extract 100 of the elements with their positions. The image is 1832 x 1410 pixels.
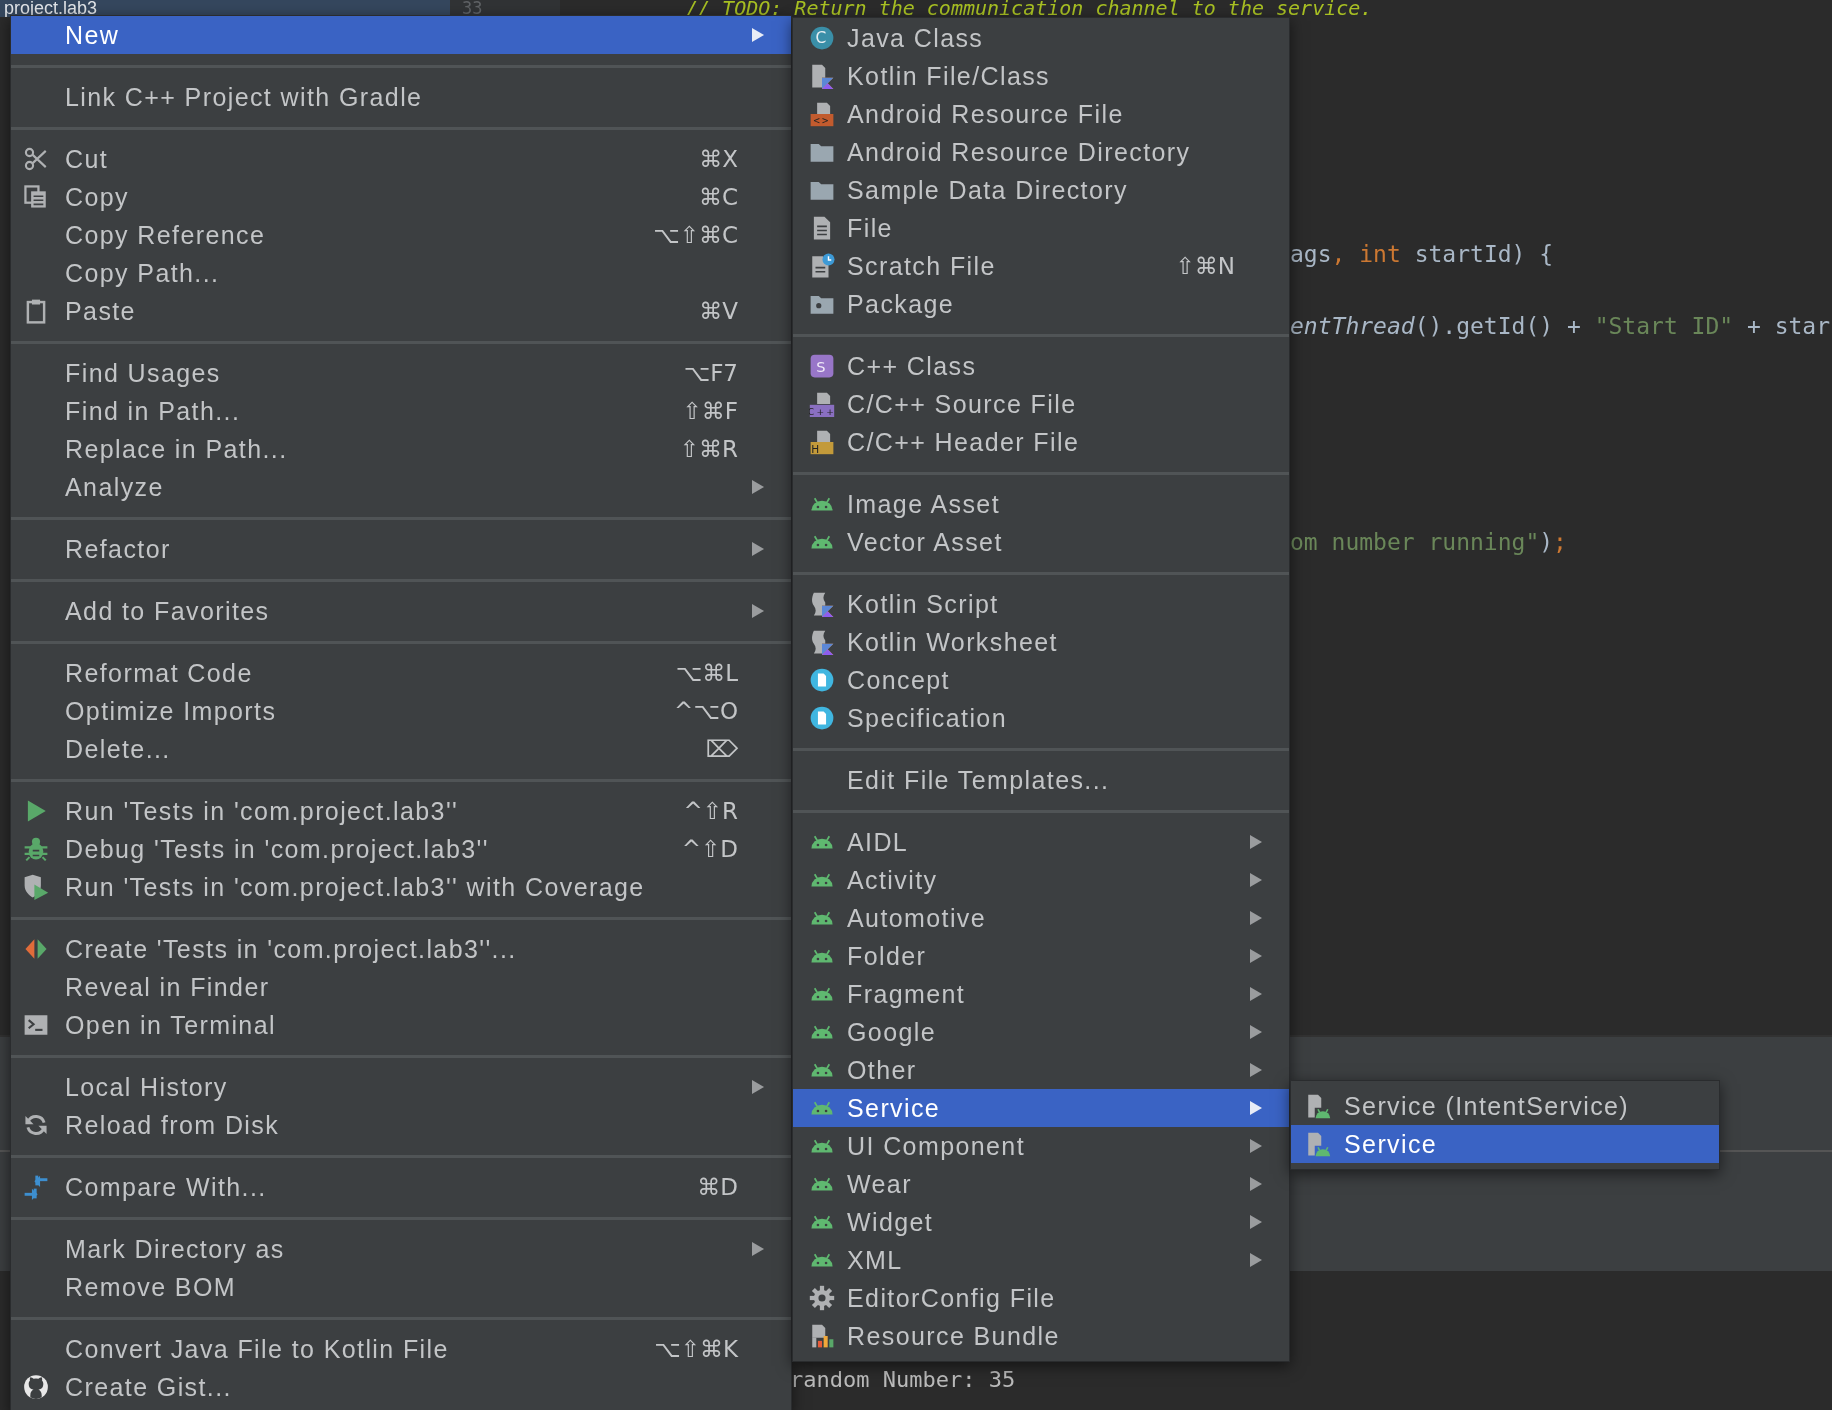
menu-item[interactable]: Kotlin File/Class	[793, 57, 1289, 95]
class-icon: S	[809, 353, 835, 379]
menu-item[interactable]: File	[793, 209, 1289, 247]
bug-icon	[23, 836, 49, 862]
menu-item[interactable]: Reload from Disk	[11, 1106, 791, 1144]
menu-item[interactable]: Service (IntentService)	[1291, 1087, 1719, 1125]
copy-icon	[23, 184, 49, 210]
menu-item[interactable]: Mark Directory as	[11, 1230, 791, 1268]
terminal-icon	[23, 1012, 49, 1038]
menu-item[interactable]: Remove BOM	[11, 1268, 791, 1306]
menu-item[interactable]: Reformat Code ⌥⌘L	[11, 654, 791, 692]
shortcut-label: ⇧⌘R	[679, 436, 738, 462]
menu-item[interactable]: Cut ⌘X	[11, 140, 791, 178]
class-icon: C	[809, 25, 835, 51]
menu-item[interactable]: Sample Data Directory	[793, 171, 1289, 209]
file-clock-icon	[809, 253, 835, 279]
menu-item[interactable]: S C++ Class	[793, 347, 1289, 385]
menu-item[interactable]: Automotive	[793, 899, 1289, 937]
kotlin-file-icon	[809, 63, 835, 89]
menu-item[interactable]: Replace in Path... ⇧⌘R	[11, 430, 791, 468]
menu-item[interactable]: Android Resource Directory	[793, 133, 1289, 171]
menu-item[interactable]: EditorConfig File	[793, 1279, 1289, 1317]
menu-item[interactable]: Folder	[793, 937, 1289, 975]
menu-item[interactable]: Create Gist...	[11, 1368, 791, 1406]
shortcut-label: ⌘C	[698, 184, 738, 210]
menu-item[interactable]: Local History	[11, 1068, 791, 1106]
menu-item[interactable]: Optimize Imports ^⌥O	[11, 692, 791, 730]
shortcut-label: ⇧⌘N	[1175, 253, 1235, 279]
shortcut-label: ⇧⌘F	[682, 398, 738, 424]
concept-icon	[809, 705, 835, 731]
concept-icon	[809, 667, 835, 693]
shortcut-label: ^⇧D	[681, 836, 738, 862]
menu-item[interactable]: Run 'Tests in 'com.project.lab3'' ^⇧R	[11, 792, 791, 830]
shortcut-label: ⌦	[705, 736, 738, 762]
kotlin-script-icon	[809, 591, 835, 617]
menu-item[interactable]: Kotlin Script	[793, 585, 1289, 623]
menu-item[interactable]: Resource Bundle	[793, 1317, 1289, 1355]
menu-item[interactable]: Copy ⌘C	[11, 178, 791, 216]
menu-item[interactable]: Copy Reference ⌥⇧⌘C	[11, 216, 791, 254]
bar-chart-file-icon	[809, 1323, 835, 1349]
scissors-icon	[23, 146, 49, 172]
code-line: ags, int startId) {	[1290, 240, 1555, 269]
menu-item[interactable]: Compare With... ⌘D	[11, 1168, 791, 1206]
shield-play-icon	[23, 874, 49, 900]
menu-item[interactable]: Kotlin Worksheet	[793, 623, 1289, 661]
shortcut-label: ^⇧R	[683, 798, 738, 824]
menu-item[interactable]: New	[11, 16, 791, 54]
menu-item[interactable]: Vector Asset	[793, 523, 1289, 561]
reload-icon	[23, 1112, 49, 1138]
shortcut-label: ⌥⇧⌘C	[653, 222, 738, 248]
shortcut-label: ⌥⇧⌘K	[654, 1336, 738, 1362]
menu-item[interactable]: Package	[793, 285, 1289, 323]
menu-item[interactable]: Activity	[793, 861, 1289, 899]
shortcut-label: ⌘X	[699, 146, 738, 172]
android-file-icon	[1305, 1131, 1331, 1157]
menu-item[interactable]: Open in Terminal	[11, 1006, 791, 1044]
menu-item[interactable]: Specification	[793, 699, 1289, 737]
menu-item[interactable]: Link C++ Project with Gradle	[11, 78, 791, 116]
menu-item[interactable]: Paste ⌘V	[11, 292, 791, 330]
menu-item[interactable]: Other	[793, 1051, 1289, 1089]
menu-item[interactable]: Wear	[793, 1165, 1289, 1203]
compare-arrows-icon	[23, 1174, 49, 1200]
menu-item[interactable]: Refactor	[11, 530, 791, 568]
menu-item[interactable]: Edit File Templates...	[793, 761, 1289, 799]
shortcut-label: ^⌥O	[674, 698, 738, 724]
shortcut-label: ⌥F7	[683, 360, 738, 386]
menu-item[interactable]: Service	[1291, 1125, 1719, 1163]
menu-item[interactable]: Find in Path... ⇧⌘F	[11, 392, 791, 430]
menu-item[interactable]: Convert Java File to Kotlin File ⌥⇧⌘K	[11, 1330, 791, 1368]
menu-item[interactable]: H C/C++ Header File	[793, 423, 1289, 461]
menu-item[interactable]: Scratch File ⇧⌘N	[793, 247, 1289, 285]
menu-item[interactable]: Service	[793, 1089, 1289, 1127]
android-file-icon	[1305, 1093, 1331, 1119]
menu-item[interactable]: Find Usages ⌥F7	[11, 354, 791, 392]
shortcut-label: ⌘V	[699, 298, 738, 324]
menu-item[interactable]: Run 'Tests in 'com.project.lab3'' with Coverage	[11, 868, 791, 906]
menu-item[interactable]: C Java Class	[793, 19, 1289, 57]
menu-item[interactable]: Widget	[793, 1203, 1289, 1241]
menu-item[interactable]: Debug 'Tests in 'com.project.lab3'' ^⇧D	[11, 830, 791, 868]
menu-item[interactable]: Analyze	[11, 468, 791, 506]
cat-logo-icon	[23, 1374, 49, 1400]
kotlin-script-icon	[809, 629, 835, 655]
menu-item[interactable]: UI Component	[793, 1127, 1289, 1165]
shortcut-label: ⌥⌘L	[675, 660, 738, 686]
shortcut-label: ⌘D	[697, 1174, 738, 1200]
menu-item[interactable]: Concept	[793, 661, 1289, 699]
menu-item[interactable]: Google	[793, 1013, 1289, 1051]
menu-item[interactable]: Add to Favorites	[11, 592, 791, 630]
menu-item[interactable]: AIDL	[793, 823, 1289, 861]
console-output: random Number: 35	[790, 1366, 1016, 1394]
menu-item[interactable]: Create 'Tests in 'com.project.lab3''...	[11, 930, 791, 968]
code-line: entThread().getId() + "Start ID" + star	[1290, 312, 1832, 341]
menu-item[interactable]: Fragment	[793, 975, 1289, 1013]
code-line: om number running");	[1290, 528, 1568, 557]
menu-item[interactable]: Image Asset	[793, 485, 1289, 523]
menu-item[interactable]: Copy Path...	[11, 254, 791, 292]
menu-item[interactable]: <> Android Resource File	[793, 95, 1289, 133]
menu-item[interactable]: Delete... ⌦	[11, 730, 791, 768]
menu-item[interactable]: XML	[793, 1241, 1289, 1279]
menu-item[interactable]: Reveal in Finder	[11, 968, 791, 1006]
